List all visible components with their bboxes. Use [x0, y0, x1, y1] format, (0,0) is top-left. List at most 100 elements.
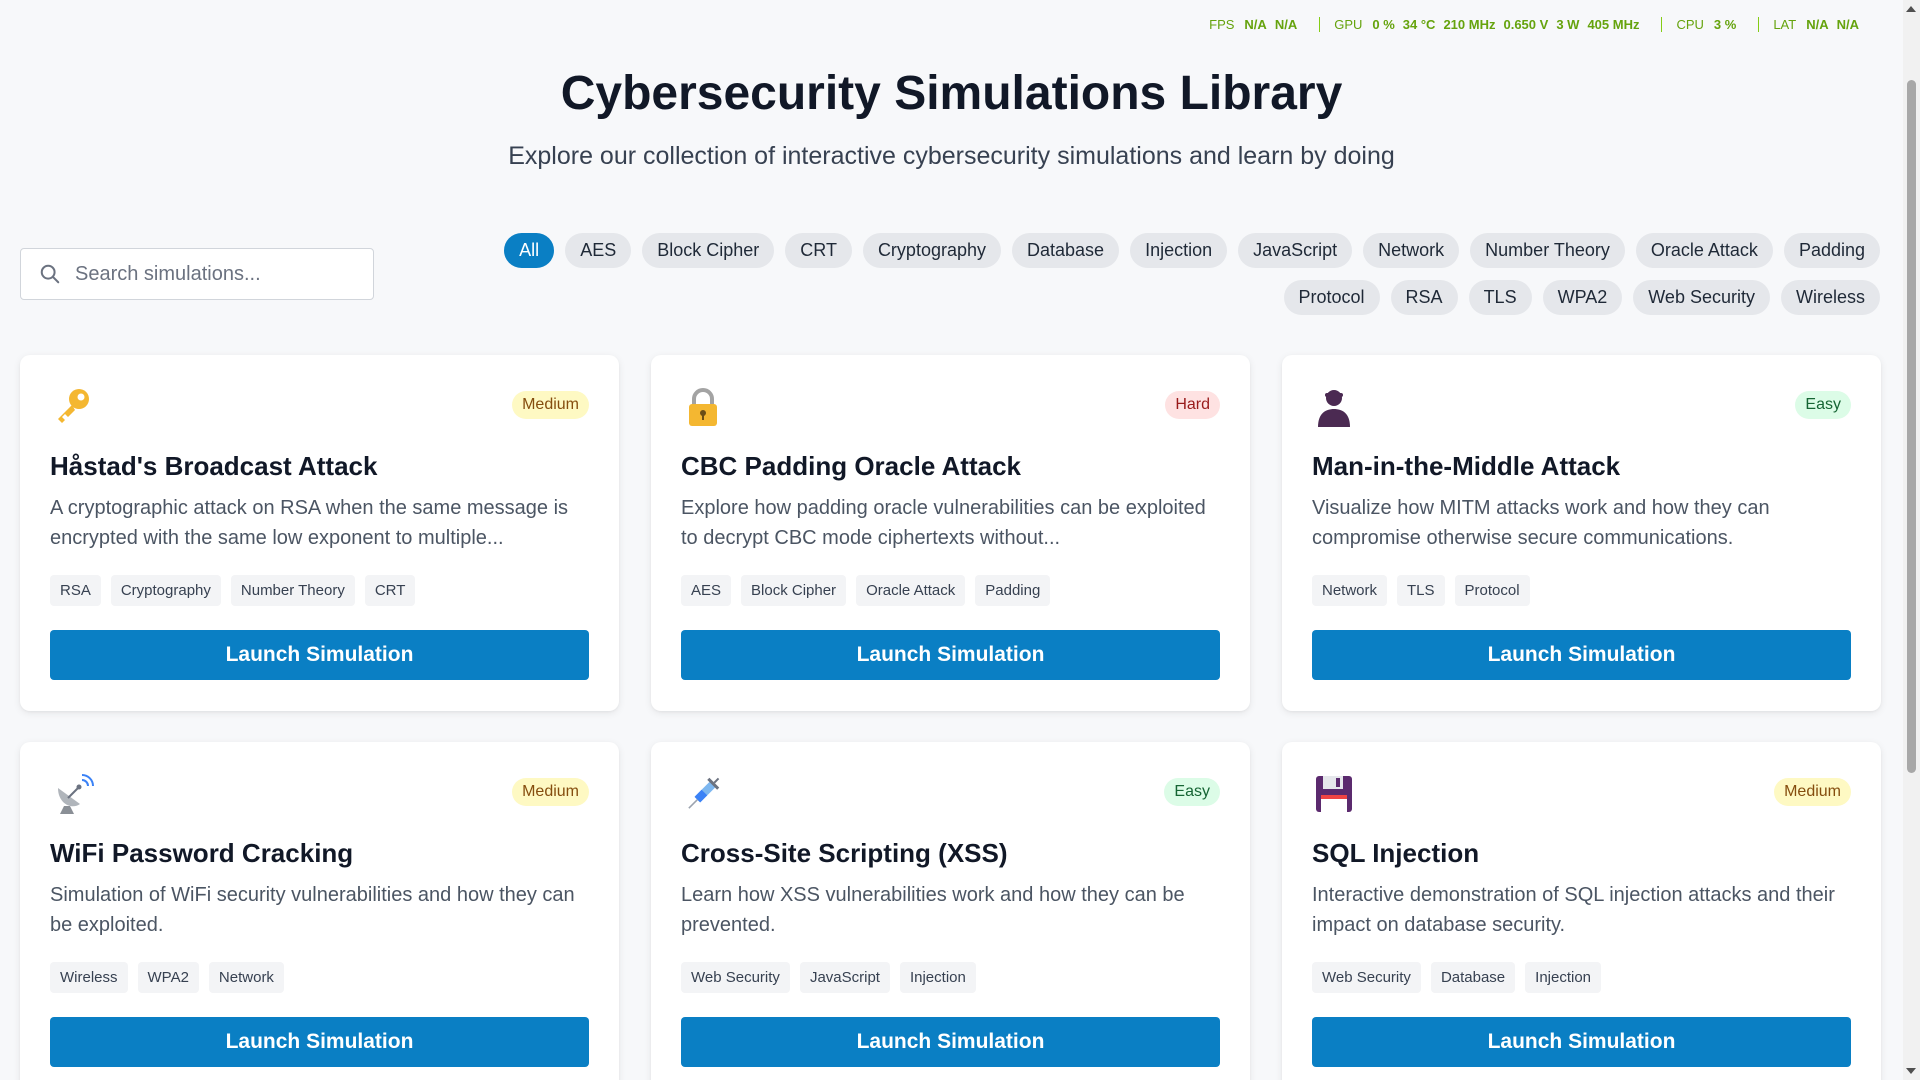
scrollbar-thumb[interactable]: [1907, 80, 1916, 773]
overlay-label: GPU: [1334, 17, 1363, 32]
card-tags: Web Security JavaScript Injection: [681, 962, 976, 993]
card-tag: Wireless: [50, 962, 128, 993]
card-tag: AES: [681, 575, 732, 606]
overlay-value: 210 MHz: [1443, 17, 1496, 32]
simulation-card-grid: Medium Håstad's Broadcast Attack A cryptog…: [20, 355, 1882, 1080]
filter-chip-cryptography[interactable]: Cryptography: [862, 233, 1001, 268]
launch-simulation-button[interactable]: Launch Simulation: [50, 1017, 589, 1067]
main-content: FPS N/A N/A GPU 0 % 34 °C 210 MHz 0.650 …: [0, 0, 1903, 1080]
page-subtitle: Explore our collection of interactive cy…: [508, 142, 1395, 170]
satellite-dish-icon: [50, 772, 94, 816]
card-tag: WPA2: [137, 962, 199, 993]
card-tag: Cryptography: [110, 575, 221, 606]
vertical-scrollbar[interactable]: [1903, 0, 1920, 1080]
card-tag: JavaScript: [799, 962, 890, 993]
overlay-cpu: CPU 3 %: [1661, 17, 1758, 32]
overlay-lat: LAT N/A N/A: [1758, 17, 1881, 32]
filter-chip-injection[interactable]: Injection: [1130, 233, 1228, 268]
card-description: Explore how padding oracle vulnerabiliti…: [681, 497, 1206, 549]
filter-chip-web-security[interactable]: Web Security: [1633, 280, 1770, 315]
simulation-card: Medium WiFi Password Cracking Simulation o…: [20, 742, 619, 1080]
card-tags: Wireless WPA2 Network: [50, 962, 284, 993]
filter-chip-wireless[interactable]: Wireless: [1780, 280, 1880, 315]
card-tag: Database: [1430, 962, 1516, 993]
card-title: CBC Padding Oracle Attack: [681, 451, 1022, 481]
card-tag: Injection: [899, 962, 976, 993]
card-title: Håstad's Broadcast Attack: [50, 451, 378, 481]
card-tags: Network TLS Protocol: [1312, 575, 1530, 606]
launch-simulation-button[interactable]: Launch Simulation: [681, 1017, 1220, 1067]
overlay-gpu: GPU 0 % 34 °C 210 MHz 0.650 V 3 W 405 MH…: [1319, 17, 1661, 32]
filter-chip-all[interactable]: All: [504, 233, 555, 268]
overlay-label: FPS: [1209, 17, 1235, 32]
simulation-card: Medium Håstad's Broadcast Attack A cryptog…: [20, 355, 619, 711]
floppy-disk-icon: [1312, 772, 1356, 816]
card-tag: Web Security: [681, 962, 790, 993]
filter-chip-oracle-attack[interactable]: Oracle Attack: [1635, 233, 1773, 268]
difficulty-badge: Easy: [1795, 391, 1851, 419]
simulation-card: Easy Man-in-the-Middle Attack Visualize ho…: [1282, 355, 1881, 711]
card-description: A cryptographic attack on RSA when the s…: [50, 497, 569, 549]
filter-chip-crt[interactable]: CRT: [785, 233, 852, 268]
difficulty-badge: Easy: [1164, 778, 1220, 806]
simulation-card: Medium SQL Injection Interactive demonstra…: [1282, 742, 1881, 1080]
overlay-value: 0.650 V: [1503, 17, 1549, 32]
overlay-value: 0 %: [1372, 17, 1395, 32]
overlay-value: N/A: [1836, 17, 1859, 32]
syringe-icon: [681, 772, 725, 816]
card-tag: Web Security: [1312, 962, 1421, 993]
card-title: WiFi Password Cracking: [50, 838, 354, 868]
overlay-value: 3 W: [1556, 17, 1580, 32]
person-silhouette-icon: [1312, 385, 1356, 429]
overlay-value: 34 °C: [1402, 17, 1436, 32]
filter-chip-aes[interactable]: AES: [565, 233, 632, 268]
card-description: Learn how XSS vulnerabilities work and h…: [681, 884, 1185, 936]
difficulty-badge: Medium: [1774, 778, 1851, 806]
filter-chip-number-theory[interactable]: Number Theory: [1470, 233, 1625, 268]
filter-chip-tls[interactable]: TLS: [1468, 280, 1532, 315]
overlay-value: N/A: [1806, 17, 1829, 32]
scroll-down-arrow-icon[interactable]: [1906, 1068, 1916, 1074]
card-tag: Padding: [975, 575, 1051, 606]
overlay-value: N/A: [1274, 17, 1298, 32]
overlay-label: LAT: [1773, 17, 1797, 32]
launch-simulation-button[interactable]: Launch Simulation: [1312, 630, 1851, 680]
search-box[interactable]: [20, 248, 374, 300]
filter-chip-rsa[interactable]: RSA: [1390, 280, 1458, 315]
card-description: Visualize how MITM attacks work and how …: [1312, 497, 1770, 549]
page-title: Cybersecurity Simulations Library: [560, 67, 1343, 120]
launch-simulation-button[interactable]: Launch Simulation: [1312, 1017, 1851, 1067]
launch-simulation-button[interactable]: Launch Simulation: [681, 630, 1220, 680]
search-input[interactable]: [75, 262, 355, 286]
lock-icon: [681, 385, 725, 429]
card-tag: Network: [1312, 575, 1388, 606]
simulation-card: Hard CBC Padding Oracle Attack Explore how…: [651, 355, 1250, 711]
difficulty-badge: Hard: [1165, 391, 1220, 419]
card-tags: RSA Cryptography Number Theory CRT: [50, 575, 416, 606]
overlay-label: CPU: [1676, 17, 1704, 32]
simulation-card: Easy Cross-Site Scripting (XSS) Learn how …: [651, 742, 1250, 1080]
card-tag: Block Cipher: [741, 575, 847, 606]
filter-chip-padding[interactable]: Padding: [1783, 233, 1880, 268]
card-tag: CRT: [364, 575, 416, 606]
key-icon: [50, 385, 94, 429]
filter-chip-wpa2[interactable]: WPA2: [1542, 280, 1623, 315]
card-tag: TLS: [1397, 575, 1445, 606]
filter-chip-protocol[interactable]: Protocol: [1283, 280, 1380, 315]
filter-chip-block-cipher[interactable]: Block Cipher: [642, 233, 775, 268]
overlay-value: 405 MHz: [1587, 17, 1640, 32]
card-tag: RSA: [50, 575, 101, 606]
card-tag: Injection: [1525, 962, 1602, 993]
card-tag: Oracle Attack: [856, 575, 966, 606]
card-tags: AES Block Cipher Oracle Attack Padding: [681, 575, 1051, 606]
difficulty-badge: Medium: [512, 391, 589, 419]
launch-simulation-button[interactable]: Launch Simulation: [50, 630, 589, 680]
card-tag: Number Theory: [230, 575, 355, 606]
filter-chip-javascript[interactable]: JavaScript: [1238, 233, 1353, 268]
overlay-value: 3 %: [1713, 17, 1737, 32]
filter-chip-network[interactable]: Network: [1363, 233, 1460, 268]
card-description: Interactive demonstration of SQL injecti…: [1312, 884, 1835, 936]
scroll-up-arrow-icon[interactable]: [1906, 6, 1916, 12]
card-tag: Protocol: [1454, 575, 1530, 606]
filter-chip-database[interactable]: Database: [1012, 233, 1120, 268]
